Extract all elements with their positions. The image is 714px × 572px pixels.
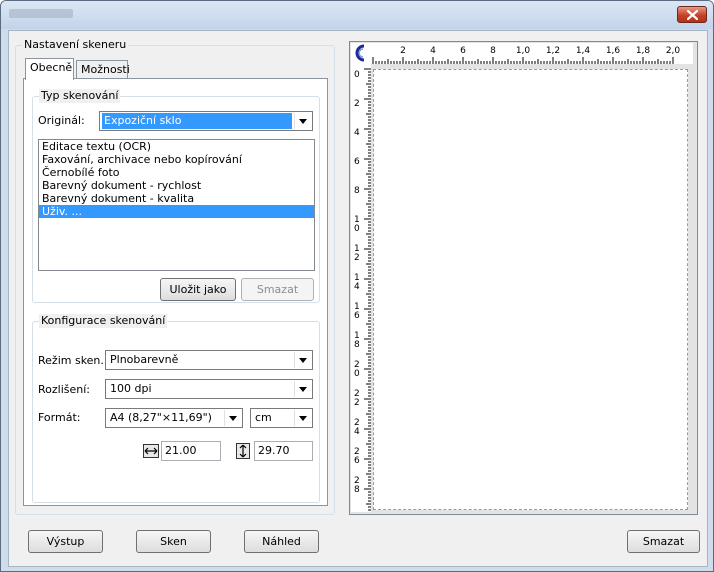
original-select[interactable]: Expoziční sklo	[99, 111, 313, 131]
original-label: Originál:	[38, 114, 85, 127]
ruler-label: 2	[354, 99, 360, 109]
ruler-label: 1,4	[576, 46, 591, 56]
format-label: Formát:	[38, 411, 81, 424]
height-input[interactable]: 29.70	[254, 441, 313, 461]
ruler-label: 8	[354, 186, 360, 196]
scan-button[interactable]: Sken	[136, 530, 211, 553]
tab-options-label: Možnosti	[81, 63, 130, 76]
ruler-label: 6	[460, 46, 466, 56]
ruler-label: 2	[354, 253, 360, 263]
ruler-label: 6	[354, 456, 360, 466]
scan-config-legend: Konfigurace skenování	[39, 314, 168, 328]
scan-page-area[interactable]	[373, 69, 688, 510]
resolution-select[interactable]: 100 dpi	[105, 379, 313, 399]
scan-config-group: Konfigurace skenování Režim sken.: Plnob…	[32, 314, 320, 503]
delete-profile-button[interactable]: Smazat	[241, 278, 314, 301]
resolution-label: Rozlišení:	[38, 383, 90, 396]
scan-profile-item[interactable]: Barevný dokument - rychlost	[39, 179, 314, 192]
scan-preview-area[interactable]: 2 4 6 8 1,0 1,2 1,4 1,6 1,8 2,0 02468101214161820…	[349, 41, 698, 515]
ruler-label: 8	[354, 485, 360, 495]
dialog-body: Nastavení skeneru Obecně Možnosti Typ sk…	[8, 30, 708, 567]
ruler-label: 1,6	[606, 46, 621, 56]
title-bar[interactable]	[1, 1, 713, 29]
width-input[interactable]: 21.00	[161, 441, 221, 461]
ruler-label: 2	[400, 46, 406, 56]
close-button[interactable]	[677, 6, 707, 23]
width-arrows-icon	[143, 444, 159, 458]
scan-type-group: Typ skenování Originál: Expoziční sklo E…	[32, 89, 320, 303]
general-tab-panel: Typ skenování Originál: Expoziční sklo E…	[23, 78, 328, 506]
preview-button[interactable]: Náhled	[244, 530, 319, 553]
ruler-label: 6	[354, 157, 360, 167]
scanner-dialog-window: Nastavení skeneru Obecně Možnosti Typ sk…	[0, 0, 714, 572]
unit-value: cm	[255, 411, 272, 424]
format-value: A4 (8,27"×11,69")	[110, 411, 212, 424]
chevron-down-icon[interactable]	[294, 352, 311, 368]
scan-profile-item[interactable]: Barevný dokument - kvalita	[39, 192, 314, 205]
ruler-corner[interactable]	[351, 43, 371, 64]
tab-general-label: Obecně	[30, 61, 73, 74]
scan-profile-item[interactable]: Uživ. ...	[39, 205, 314, 218]
ruler-label: 1,2	[546, 46, 560, 56]
tab-options[interactable]: Možnosti	[76, 60, 130, 80]
chevron-down-icon[interactable]	[294, 113, 311, 129]
vertical-ruler: 0246810121416182022242628	[351, 64, 371, 512]
ruler-label: 0	[354, 70, 360, 80]
ruler-label: 4	[354, 427, 360, 437]
chevron-down-icon[interactable]	[224, 410, 241, 426]
save-as-button[interactable]: Uložit jako	[160, 278, 236, 301]
ruler-label: 8	[354, 340, 360, 350]
scan-profile-list[interactable]: Editace textu (OCR) Faxování, archivace n…	[38, 139, 315, 271]
chevron-down-icon[interactable]	[294, 410, 311, 426]
ruler-label: 2	[354, 398, 360, 408]
window-title	[9, 9, 73, 18]
ruler-label: 4	[354, 282, 360, 292]
ruler-label: 8	[490, 46, 496, 56]
scan-mode-label: Režim sken.:	[38, 354, 108, 367]
scan-profile-item[interactable]: Faxování, archivace nebo kopírování	[39, 153, 314, 166]
original-value: Expoziční sklo	[102, 113, 292, 129]
resolution-value: 100 dpi	[110, 382, 152, 395]
exit-button[interactable]: Výstup	[28, 530, 103, 553]
chevron-down-icon[interactable]	[294, 381, 311, 397]
scan-type-legend: Typ skenování	[39, 89, 121, 103]
scan-profile-item[interactable]: Černobílé foto	[39, 166, 314, 179]
ruler-label: 0	[354, 224, 360, 234]
scan-mode-select[interactable]: Plnobarevně	[105, 350, 313, 370]
ruler-label: 6	[354, 311, 360, 321]
format-select[interactable]: A4 (8,27"×11,69")	[105, 408, 243, 428]
unit-select[interactable]: cm	[250, 408, 313, 428]
unit-toggle-icon	[355, 44, 365, 62]
scan-profile-item[interactable]: Editace textu (OCR)	[39, 140, 314, 153]
clear-button[interactable]: Smazat	[627, 530, 700, 553]
close-icon	[687, 10, 698, 20]
ruler-label: 1,8	[636, 46, 651, 56]
tab-general[interactable]: Obecně	[25, 58, 74, 80]
ruler-label: 4	[430, 46, 436, 56]
ruler-label: 1,0	[516, 46, 531, 56]
scanner-settings-legend: Nastavení skeneru	[22, 38, 129, 52]
ruler-label: 2,0	[666, 46, 681, 56]
horizontal-ruler: 2 4 6 8 1,0 1,2 1,4 1,6 1,8 2,0	[371, 43, 693, 64]
height-arrows-icon	[236, 443, 250, 459]
ruler-label: 4	[354, 128, 360, 138]
scan-mode-value: Plnobarevně	[110, 353, 179, 366]
ruler-label: 0	[354, 369, 360, 379]
